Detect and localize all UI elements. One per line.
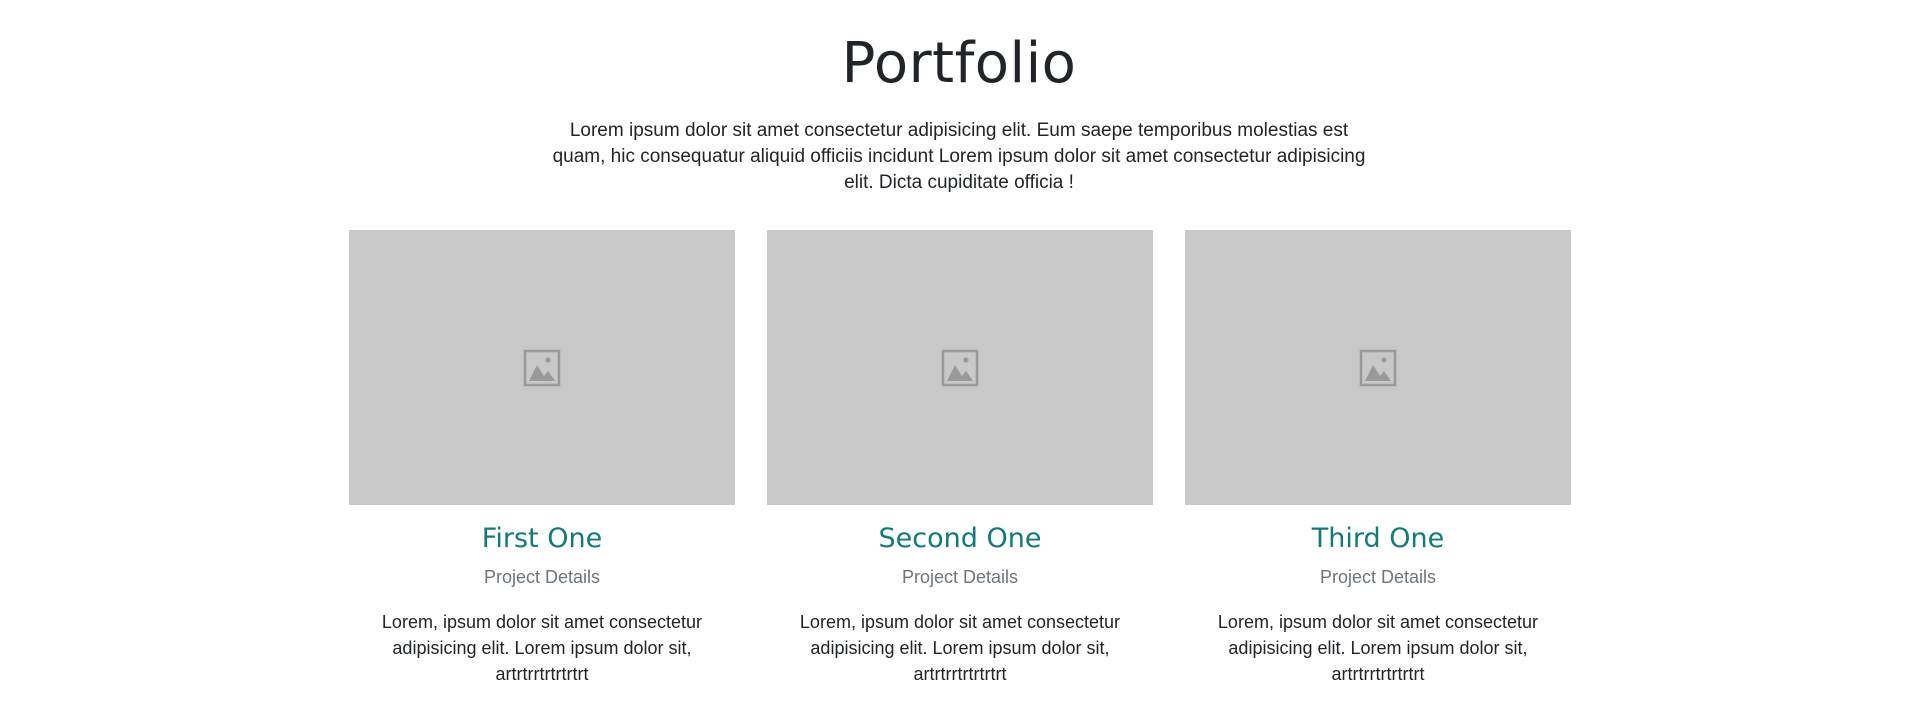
card-description: Lorem, ipsum dolor sit amet consectetur … [381,612,703,684]
portfolio-page: Portfolio Lorem ipsum dolor sit amet con… [0,0,1918,717]
card-description: Lorem, ipsum dolor sit amet consectetur … [799,612,1121,684]
project-image-placeholder[interactable] [1185,230,1571,505]
project-image-placeholder[interactable] [767,230,1153,505]
card-subtitle: Project Details [483,567,601,587]
card-title[interactable]: Third One [1185,521,1571,557]
page-title: Portfolio [841,31,1077,96]
card-description: Lorem, ipsum dolor sit amet consectetur … [1217,612,1539,684]
card-title[interactable]: Second One [767,521,1153,557]
portfolio-cards: First One Project Details Lorem, ipsum d… [349,230,1571,710]
portfolio-card-third: Third One Project Details Lorem, ipsum d… [1185,230,1571,687]
card-subtitle: Project Details [1319,567,1437,587]
card-title[interactable]: First One [349,521,735,557]
image-placeholder-icon [523,349,561,386]
portfolio-card-second: Second One Project Details Lorem, ipsum … [767,230,1153,687]
project-image-placeholder[interactable] [349,230,735,505]
image-placeholder-icon [941,349,979,386]
image-placeholder-icon [1359,349,1397,386]
intro-text: Lorem ipsum dolor sit amet consectetur a… [552,120,1366,193]
card-subtitle: Project Details [901,567,1019,587]
portfolio-card-first: First One Project Details Lorem, ipsum d… [349,230,735,687]
